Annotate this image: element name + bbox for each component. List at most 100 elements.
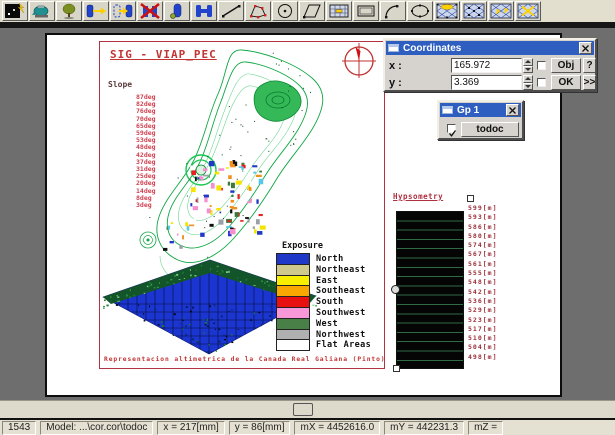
close-icon: [509, 107, 516, 114]
todoc-checkbox[interactable]: [447, 124, 456, 133]
hypsometry-title: Hypsometry: [393, 192, 443, 201]
line-tool-icon[interactable]: [218, 1, 244, 21]
hypsometry-label: 586[m]: [468, 223, 497, 232]
exposure-label: Flat Areas: [310, 340, 371, 351]
map-caption: Representacion altimetrica de la Canada …: [104, 356, 385, 363]
plot-icon[interactable]: [29, 1, 55, 21]
status-bar: 1543 Model: ...\cor.cor\todoc x = 217[mm] y…: [0, 418, 615, 435]
hypsometry-labels: 599[m]593[m]586[m]580[m]574[m]567[m]561[…: [468, 204, 497, 362]
close-icon: [582, 45, 589, 52]
y-spinner[interactable]: [523, 75, 533, 90]
y-coordinate-input[interactable]: [451, 75, 522, 90]
exposure-label: Northwest: [310, 330, 366, 341]
x-coordinate-input[interactable]: [451, 58, 522, 73]
import-icon[interactable]: [110, 1, 136, 21]
exposure-label: North: [310, 254, 344, 265]
dialog-title: Gp 1: [457, 104, 479, 117]
status-segment: mY = 442231.3: [384, 421, 464, 435]
tin-points-icon[interactable]: [461, 1, 487, 21]
spin-up-icon[interactable]: [523, 75, 533, 83]
coordinates-titlebar[interactable]: Coordinates: [386, 41, 594, 55]
slope-legend-title: Slope: [108, 80, 132, 89]
selection-handle-top[interactable]: [467, 195, 474, 202]
ok-button[interactable]: OK: [551, 75, 581, 90]
arc-tool-icon[interactable]: [380, 1, 406, 21]
spin-down-icon[interactable]: [523, 83, 533, 91]
ellipse-tool-icon[interactable]: [407, 1, 433, 21]
y-label: y :: [389, 77, 402, 89]
window-separator: [0, 22, 615, 28]
checkmark-icon: [448, 129, 457, 138]
more-button[interactable]: >>: [583, 75, 596, 90]
status-segment: Model: ...\cor.cor\todoc: [40, 421, 153, 435]
pattern-tool-icon[interactable]: [326, 1, 352, 21]
spin-down-icon[interactable]: [523, 66, 533, 74]
exposure-legend-title: Exposure: [282, 241, 384, 251]
close-button[interactable]: [579, 42, 592, 54]
y-lock-checkbox[interactable]: [537, 78, 546, 87]
database-icon[interactable]: [164, 1, 190, 21]
selection-handle-bottom[interactable]: [393, 365, 400, 372]
hypsometry-label: 517[m]: [468, 325, 497, 334]
window-icon: [388, 44, 399, 52]
join-icon[interactable]: [191, 1, 217, 21]
dialog-title: Coordinates: [403, 42, 461, 55]
polygon-tool-icon[interactable]: [245, 1, 271, 21]
coordinates-dialog: Coordinates x : Obj ? y : OK >>: [383, 38, 597, 92]
exposure-label: Southwest: [310, 308, 366, 319]
hypsometry-label: 504[m]: [468, 343, 497, 352]
hypsometry-label: 523[m]: [468, 316, 497, 325]
exposure-label: South: [310, 297, 344, 308]
tin-surface-icon[interactable]: [434, 1, 460, 21]
exposure-label: Southeast: [310, 286, 366, 297]
x-spinner[interactable]: [523, 58, 533, 73]
exposure-row: Flat Areas: [276, 340, 384, 351]
circle-tool-icon[interactable]: [272, 1, 298, 21]
status-segment: x = 217[mm]: [157, 421, 224, 435]
spin-up-icon[interactable]: [523, 58, 533, 66]
rectangle-tool-icon[interactable]: [353, 1, 379, 21]
export-icon[interactable]: [83, 1, 109, 21]
hypsometry-label: 555[m]: [468, 269, 497, 278]
tin-flow-icon[interactable]: [488, 1, 514, 21]
tin-delete-icon[interactable]: [515, 1, 541, 21]
status-segment: mZ =: [468, 421, 503, 435]
hypsometry-label: 561[m]: [468, 260, 497, 269]
help-button[interactable]: ?: [583, 58, 596, 73]
tree-icon[interactable]: [56, 1, 82, 21]
x-lock-checkbox[interactable]: [537, 61, 546, 70]
todoc-button[interactable]: todoc: [461, 122, 519, 137]
exposure-label: Northeast: [310, 265, 366, 276]
exposure-label: West: [310, 319, 338, 330]
hypsometry-label: 510[m]: [468, 334, 497, 343]
selection-handle-circle[interactable]: [391, 285, 400, 294]
gp1-titlebar[interactable]: Gp 1: [440, 103, 521, 117]
shape-tool-icon[interactable]: [299, 1, 325, 21]
application-window: SIG - VIAP_PEC Slope 87deg82deg76deg70de…: [0, 0, 615, 435]
main-toolbar: [0, 0, 615, 22]
x-label: x :: [389, 60, 402, 72]
delete-icon[interactable]: [137, 1, 163, 21]
hypsometry-label: 599[m]: [468, 204, 497, 213]
exposure-legend: Exposure North Northeast: [276, 241, 384, 351]
status-segment: y = 86[mm]: [229, 421, 291, 435]
horizontal-scrollbar[interactable]: [0, 400, 615, 418]
hypsometry-label: 529[m]: [468, 306, 497, 315]
hypsometry-label: 536[m]: [468, 297, 497, 306]
obj-button[interactable]: Obj: [551, 58, 581, 73]
close-button[interactable]: [506, 104, 519, 116]
north-compass-icon: [342, 43, 376, 79]
map-frame: SIG - VIAP_PEC Slope 87deg82deg76deg70de…: [99, 41, 385, 369]
slope-value: 3deg: [136, 202, 156, 209]
scrollbar-thumb[interactable]: [293, 403, 313, 416]
status-segment: 1543: [2, 421, 36, 435]
hypsometry-color-bar[interactable]: [396, 211, 464, 369]
hypsometry-label: 567[m]: [468, 250, 497, 259]
hypsometry-label: 580[m]: [468, 232, 497, 241]
hypsometry-label: 574[m]: [468, 241, 497, 250]
hypsometry-label: 593[m]: [468, 213, 497, 222]
gp1-dialog: Gp 1 todoc: [437, 100, 524, 140]
design-file-icon[interactable]: [2, 1, 28, 21]
hypsometry-label: 498[m]: [468, 353, 497, 362]
exposure-swatch: [276, 339, 310, 351]
